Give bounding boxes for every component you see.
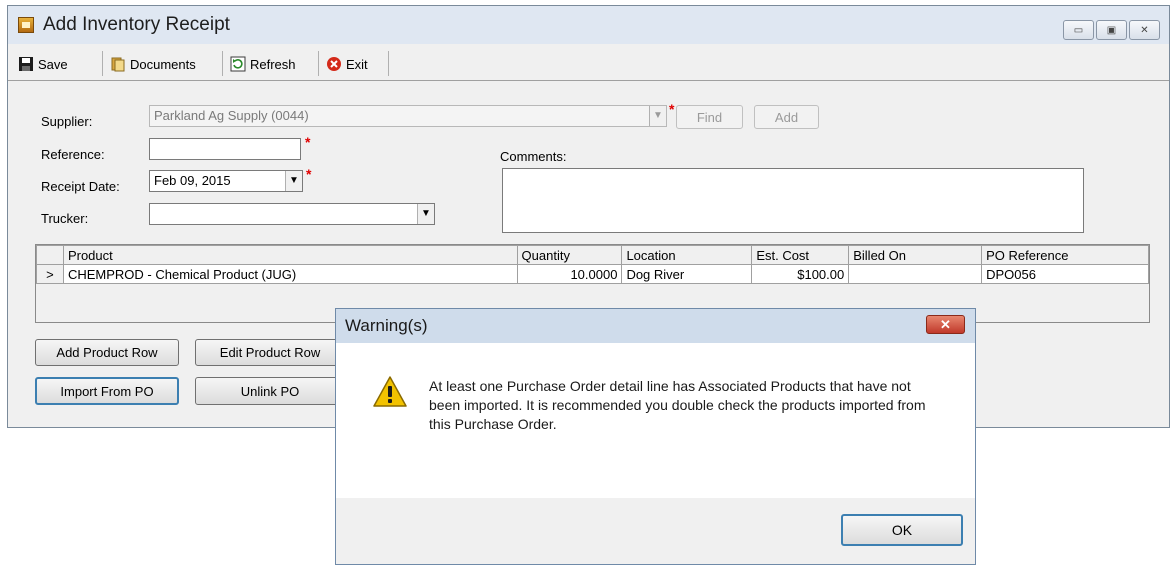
toolbar-separator [102,51,103,76]
column-header-location[interactable]: Location [621,245,753,265]
toolbar: Save Documents Refresh Exit [8,44,1169,81]
required-marker: * [306,166,312,182]
required-marker: * [305,134,311,150]
product-table: Product Quantity Location Est. Cost Bill… [36,245,1149,284]
maximize-button[interactable]: ▣ [1096,20,1127,40]
toolbar-separator [318,51,319,76]
maximize-icon: ▣ [1106,24,1117,36]
comments-label: Comments: [500,149,567,164]
dialog-close-button[interactable]: ✕ [926,315,965,334]
table-header-row: Product Quantity Location Est. Cost Bill… [36,245,1149,265]
supplier-value: Parkland Ag Supply (0044) [154,108,309,123]
find-label: Find [696,109,723,125]
window-controls: ▭ ▣ ✕ [1061,20,1160,40]
package-icon [18,17,34,33]
add-supplier-button[interactable]: Add [754,105,819,129]
close-icon: ✕ [1140,24,1149,36]
column-header-po-reference[interactable]: PO Reference [981,245,1149,265]
supplier-label: Supplier: [41,114,93,129]
dialog-body: At least one Purchase Order detail line … [336,343,975,498]
minimize-icon: ▭ [1073,24,1084,36]
reference-label: Reference: [41,147,105,162]
row-selector-header [36,245,64,265]
refresh-icon [230,56,246,72]
add-label: Add [774,109,799,125]
ok-label: OK [891,522,913,538]
column-header-quantity[interactable]: Quantity [516,245,623,265]
column-header-product[interactable]: Product [62,245,518,265]
cell-location[interactable]: Dog River [621,264,753,284]
receipt-date-label: Receipt Date: [41,179,120,194]
save-label: Save [38,56,68,72]
unlink-po-label: Unlink PO [240,383,300,399]
cell-po-reference[interactable]: DPO056 [981,264,1149,284]
refresh-label: Refresh [250,56,296,72]
toolbar-separator [388,51,389,76]
add-product-row-button[interactable]: Add Product Row [35,339,179,366]
cell-billed-on[interactable] [848,264,983,284]
ok-button[interactable]: OK [841,514,963,546]
receipt-date-value: Feb 09, 2015 [154,173,231,188]
dialog-message: At least one Purchase Order detail line … [429,378,926,432]
reference-input[interactable] [149,138,301,160]
close-icon: ✕ [940,316,951,332]
save-button[interactable]: Save [18,56,68,72]
receipt-date-picker[interactable]: Feb 09, 2015 ▼ [149,170,303,192]
trucker-combobox[interactable]: ▼ [149,203,435,225]
floppy-disk-icon [19,57,33,71]
exit-button[interactable]: Exit [326,56,368,72]
table-row[interactable]: > CHEMPROD - Chemical Product (JUG) 10.0… [36,264,1149,284]
chevron-down-icon[interactable]: ▼ [649,106,666,126]
window-titlebar: Add Inventory Receipt ▭ ▣ ✕ [8,6,1169,44]
exit-label: Exit [346,56,368,72]
import-from-po-button[interactable]: Import From PO [35,377,179,405]
supplier-combobox[interactable]: Parkland Ag Supply (0044) ▼ [149,105,667,127]
toolbar-divider [8,80,1169,81]
window-title: Add Inventory Receipt [43,14,230,35]
edit-product-row-button[interactable]: Edit Product Row [195,339,345,366]
unlink-po-button[interactable]: Unlink PO [195,377,345,405]
row-indicator[interactable]: > [36,264,64,284]
required-marker: * [669,101,675,117]
chevron-down-icon[interactable]: ▼ [417,204,434,224]
toolbar-separator [222,51,223,76]
cell-product[interactable]: CHEMPROD - Chemical Product (JUG) [62,264,518,284]
add-product-row-label: Add Product Row [56,345,158,360]
edit-product-row-label: Edit Product Row [219,345,321,360]
dialog-title: Warning(s) [345,316,428,335]
refresh-button[interactable]: Refresh [230,56,296,72]
documents-button[interactable]: Documents [110,56,196,72]
dialog-titlebar: Warning(s) ✕ [336,309,975,343]
trucker-label: Trucker: [41,211,89,226]
import-from-po-label: Import From PO [60,383,154,399]
documents-label: Documents [130,56,196,72]
column-header-est-cost[interactable]: Est. Cost [751,245,850,265]
minimize-button[interactable]: ▭ [1063,20,1094,40]
cell-est-cost[interactable]: $100.00 [751,264,850,284]
dialog-footer: OK [336,498,975,564]
column-header-billed-on[interactable]: Billed On [848,245,983,265]
documents-icon [111,57,125,72]
close-window-button[interactable]: ✕ [1129,20,1160,40]
find-button[interactable]: Find [676,105,743,129]
exit-icon [327,57,341,71]
warning-dialog: Warning(s) ✕ At least one Purchase Order… [335,308,976,565]
warning-triangle-icon [373,376,407,407]
comments-textarea[interactable] [502,168,1084,233]
cell-quantity[interactable]: 10.0000 [516,264,623,284]
chevron-down-icon[interactable]: ▼ [285,171,302,191]
